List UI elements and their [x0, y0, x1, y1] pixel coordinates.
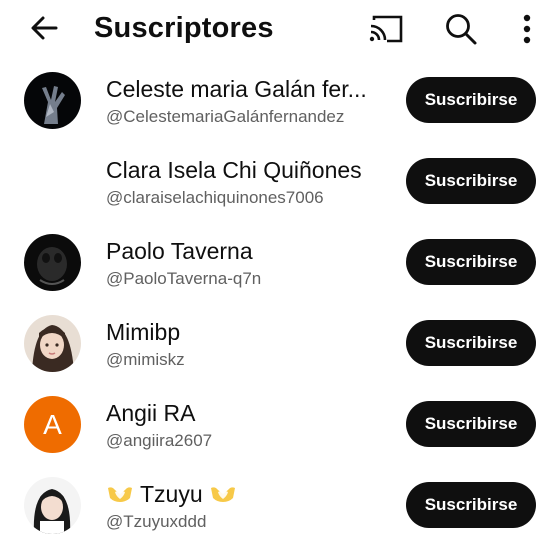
- heart-hands-icon: [211, 487, 236, 502]
- subscribe-button[interactable]: Suscribirse: [406, 77, 536, 123]
- subscribe-button[interactable]: Suscribirse: [406, 320, 536, 366]
- subscriber-name[interactable]: Angii RA: [106, 400, 388, 427]
- subscriber-name[interactable]: Clara Isela Chi Quiñones: [106, 157, 388, 184]
- app-bar: Suscriptores: [0, 0, 560, 58]
- subscribe-button[interactable]: Suscribirse: [406, 239, 536, 285]
- more-vert-icon[interactable]: [512, 10, 542, 48]
- list-item[interactable]: Clara Isela Chi Quiñones @claraiselachiq…: [0, 141, 560, 222]
- list-item[interactable]: A Angii RA @angiira2607 Suscribirse: [0, 384, 560, 465]
- subscriber-list: Celeste maria Galán fer... @Celestemaria…: [0, 60, 560, 546]
- cast-icon[interactable]: [366, 12, 406, 46]
- subscriber-name[interactable]: Celeste maria Galán fer...: [106, 76, 388, 103]
- subscriber-name[interactable]: Mimibp: [106, 319, 388, 346]
- subscriber-handle: @angiira2607: [106, 431, 213, 450]
- subscriber-name[interactable]: Paolo Taverna: [106, 238, 388, 265]
- list-item[interactable]: Celeste maria Galán fer... @Celestemaria…: [0, 60, 560, 141]
- search-icon[interactable]: [442, 10, 480, 48]
- subscriber-handle: @PaoloTaverna-q7n: [106, 269, 262, 288]
- subscriber-handle: @CelestemariaGalánfernandez: [106, 107, 345, 126]
- list-item[interactable]: Tzuyu @Tzuyuxddd Suscribirse: [0, 465, 560, 546]
- avatar[interactable]: [24, 72, 81, 129]
- avatar[interactable]: [24, 315, 81, 372]
- subscriber-name[interactable]: Tzuyu: [106, 481, 388, 508]
- list-item[interactable]: Mimibp @mimiskz Suscribirse: [0, 303, 560, 384]
- heart-hands-icon: [108, 487, 132, 502]
- avatar[interactable]: A: [24, 396, 81, 453]
- avatar[interactable]: [24, 477, 81, 534]
- subscriber-handle: @claraiselachiquinones7006: [106, 188, 324, 207]
- subscribe-button[interactable]: Suscribirse: [406, 482, 536, 528]
- subscriber-handle: @Tzuyuxddd: [106, 512, 207, 531]
- subscriber-handle: @mimiskz: [106, 350, 185, 369]
- arrow-left-icon[interactable]: [24, 10, 64, 46]
- list-item[interactable]: Paolo Taverna @PaoloTaverna-q7n Suscribi…: [0, 222, 560, 303]
- avatar[interactable]: [24, 153, 81, 210]
- subscribe-button[interactable]: Suscribirse: [406, 158, 536, 204]
- page-title: Suscriptores: [94, 12, 274, 44]
- avatar[interactable]: [24, 234, 81, 291]
- subscribe-button[interactable]: Suscribirse: [406, 401, 536, 447]
